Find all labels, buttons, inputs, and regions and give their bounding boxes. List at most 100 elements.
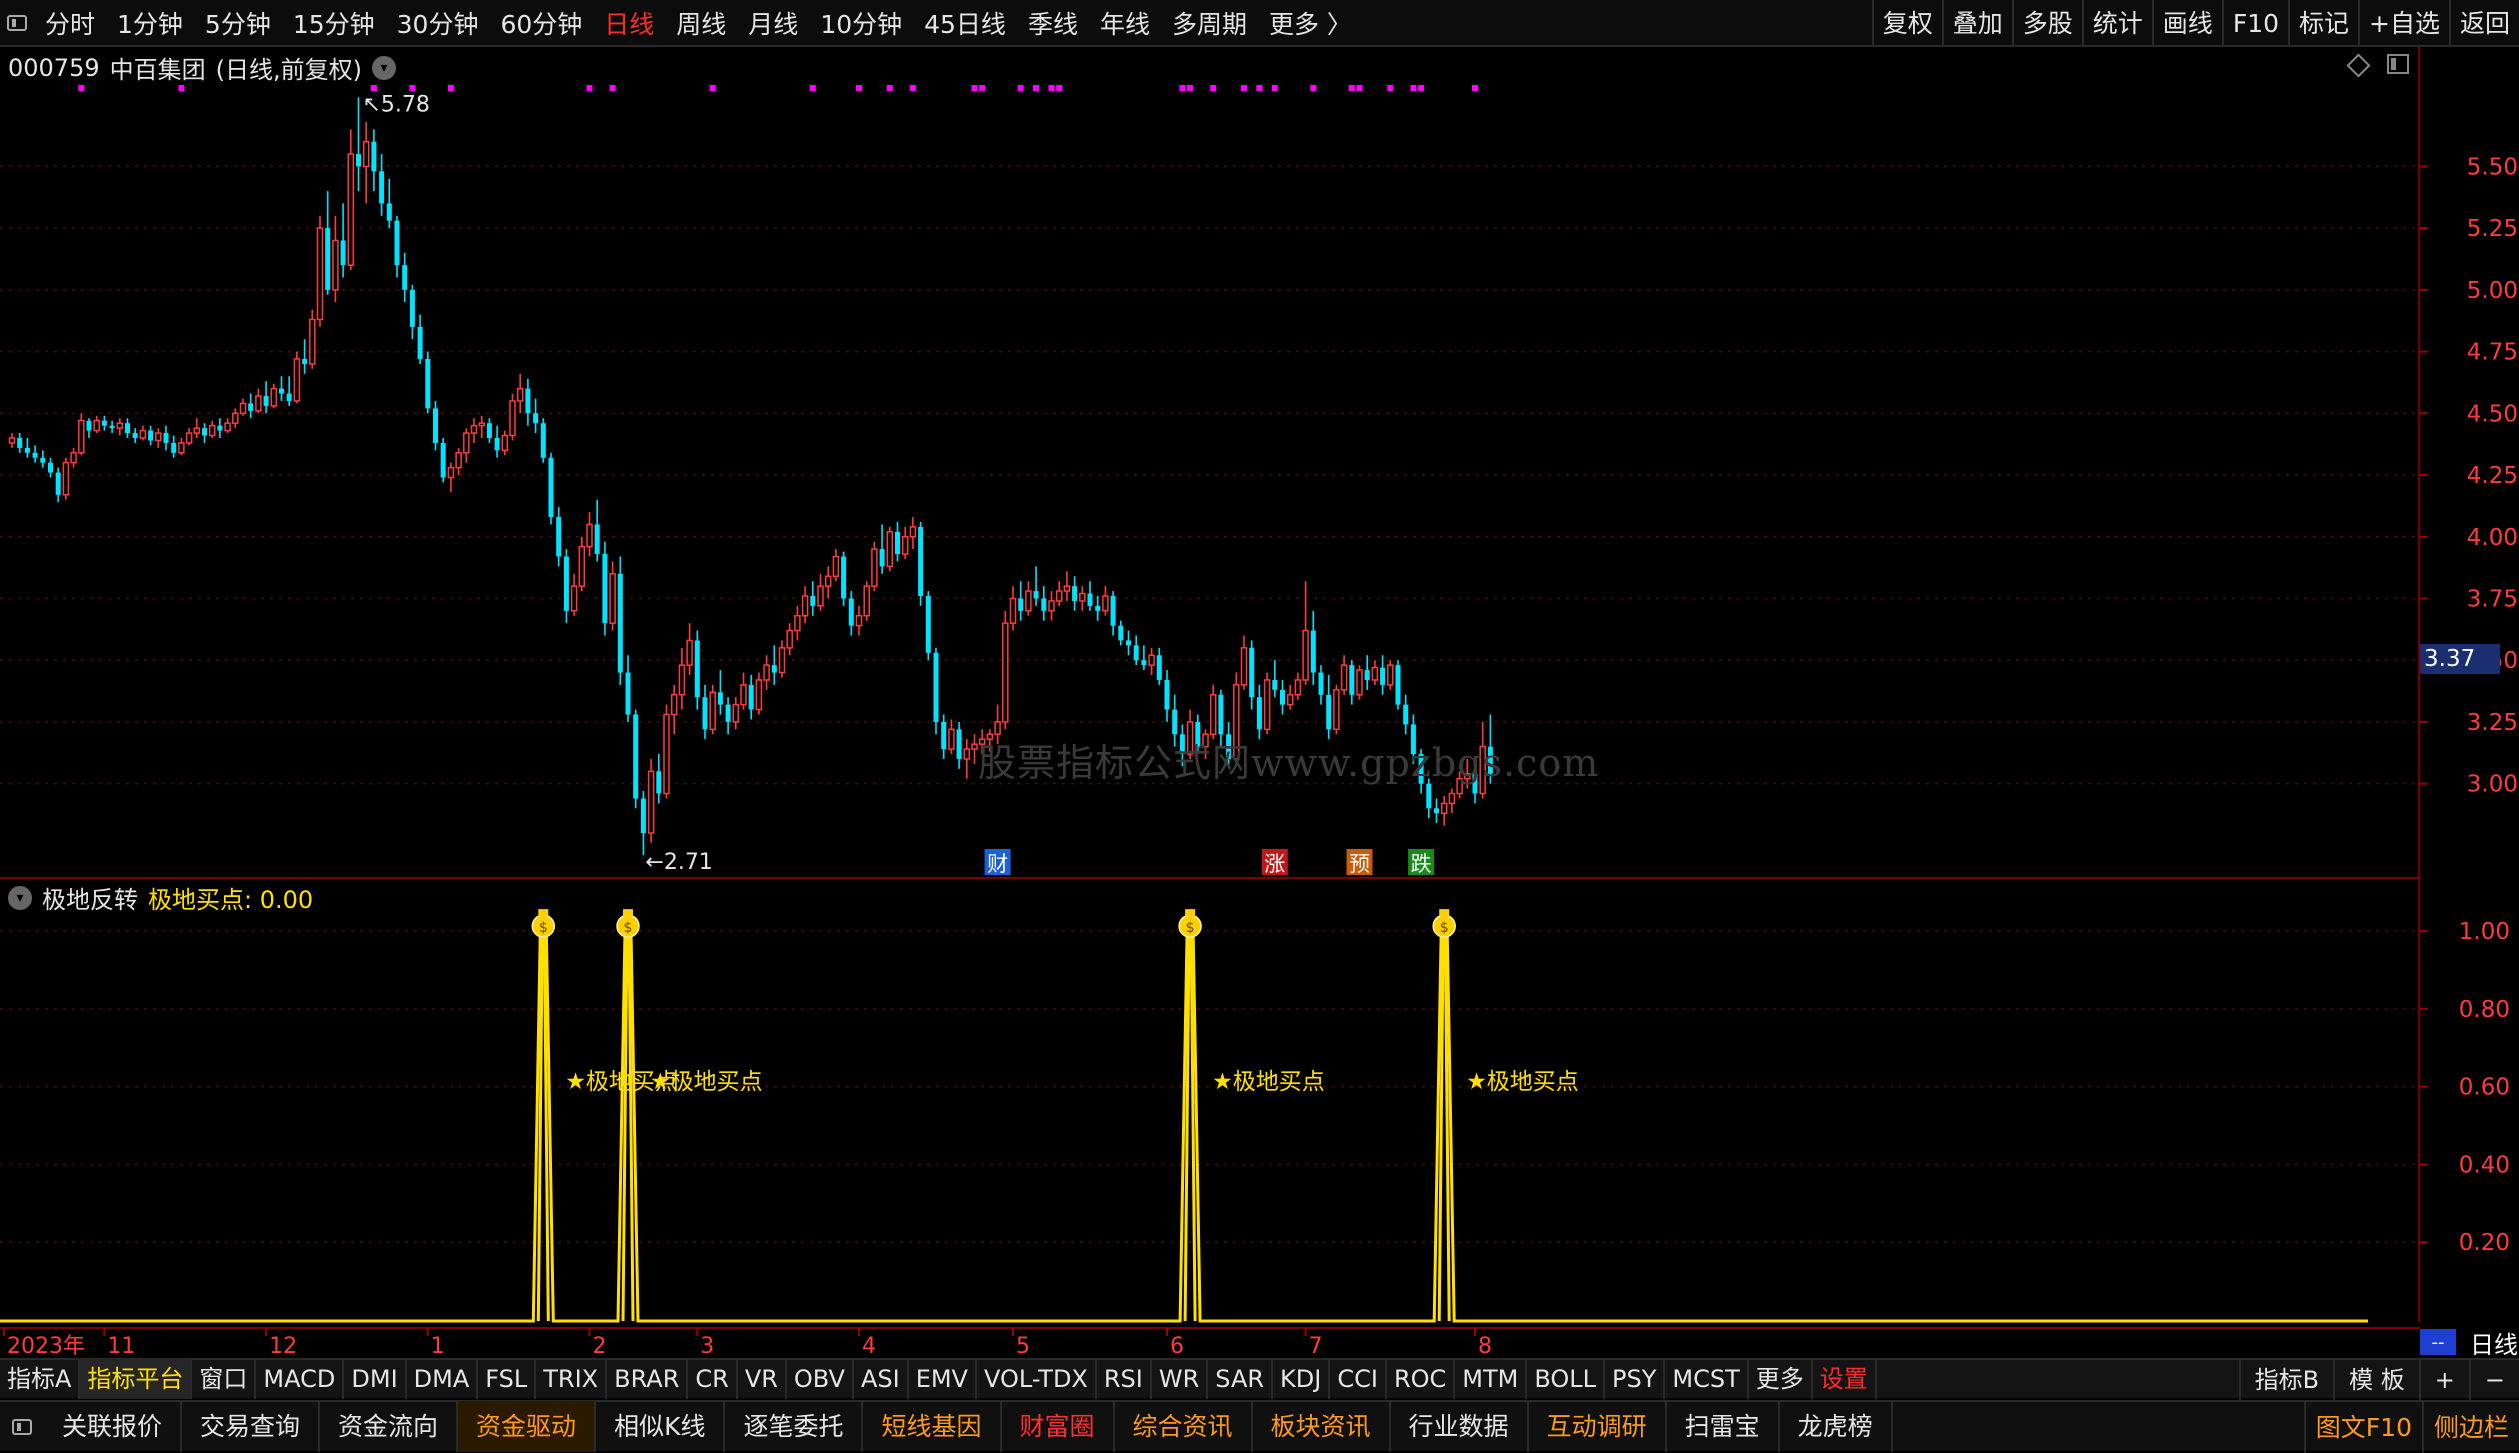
- signal-marker: [1387, 85, 1394, 91]
- candle: [1286, 684, 1294, 710]
- indicator-tab[interactable]: 指标A: [0, 1359, 81, 1399]
- function-tab[interactable]: 资金驱动: [458, 1401, 597, 1452]
- candle: [1395, 660, 1401, 710]
- indicator-tab[interactable]: DMA: [407, 1359, 479, 1399]
- chevron-down-icon[interactable]: ▾: [371, 55, 396, 80]
- function-tab[interactable]: 财富圈: [1002, 1401, 1115, 1452]
- indicator-tab[interactable]: KDJ: [1273, 1359, 1331, 1399]
- indicator-tab[interactable]: TRIX: [536, 1359, 608, 1399]
- signal-marker: [1187, 85, 1194, 91]
- candle: [956, 721, 962, 769]
- indicator-tab[interactable]: 设置: [1813, 1359, 1877, 1399]
- event-badge[interactable]: 财: [984, 849, 1011, 876]
- candle: [971, 734, 978, 764]
- candle: [1418, 749, 1424, 794]
- candle: [740, 672, 747, 710]
- indicator-name: 极地反转: [42, 886, 138, 914]
- indicator-tab[interactable]: VR: [738, 1359, 787, 1399]
- indicator-tab[interactable]: DMI: [344, 1359, 407, 1399]
- indicator-tab[interactable]: MACD: [256, 1359, 345, 1399]
- candle: [594, 499, 600, 562]
- stock-header: 000759 中百集团 (日线,前复权) ▾: [8, 50, 396, 85]
- candle: [801, 586, 809, 624]
- candle: [501, 430, 509, 456]
- candle: [656, 754, 662, 804]
- candle: [1310, 610, 1316, 685]
- candle: [824, 566, 832, 599]
- indicator-bar-button[interactable]: +: [2418, 1360, 2469, 1400]
- price-grid: [0, 165, 2420, 785]
- chevron-down-icon[interactable]: ▾: [8, 885, 32, 910]
- indicator-tab[interactable]: 窗口: [192, 1359, 257, 1399]
- indicator-tab[interactable]: BRAR: [607, 1359, 689, 1399]
- function-tab[interactable]: 关联报价: [44, 1401, 183, 1452]
- candle: [470, 418, 478, 443]
- candle: [633, 709, 639, 809]
- indicator-tab[interactable]: OBV: [787, 1359, 854, 1399]
- function-tab[interactable]: 综合资讯: [1115, 1401, 1253, 1452]
- event-badge[interactable]: 跌: [1408, 849, 1435, 876]
- signal-marker: [1256, 85, 1263, 91]
- signal-label: ★极地买点: [1212, 1069, 1325, 1095]
- indicator-tab[interactable]: VOL-TDX: [977, 1359, 1097, 1399]
- candle: [125, 418, 130, 438]
- indicator-tab[interactable]: MCST: [1665, 1359, 1749, 1399]
- candle: [163, 425, 169, 451]
- candle: [1072, 576, 1078, 611]
- indicator-tab[interactable]: EMV: [909, 1359, 977, 1399]
- candle: [1356, 665, 1363, 700]
- candle: [309, 309, 316, 369]
- indicator-tab[interactable]: 更多: [1749, 1359, 1813, 1399]
- period-dropdown[interactable]: --: [2420, 1329, 2456, 1355]
- candle: [755, 672, 763, 715]
- function-tab[interactable]: 互动调研: [1529, 1401, 1667, 1452]
- function-tab[interactable]: 短线基因: [863, 1401, 1002, 1452]
- candle: [248, 393, 254, 419]
- function-tab[interactable]: 行业数据: [1391, 1401, 1529, 1452]
- candle: [1371, 660, 1379, 685]
- indicator-tab[interactable]: FSL: [478, 1359, 537, 1399]
- indicator-bar-button[interactable]: 模 板: [2333, 1360, 2419, 1400]
- indicator-tab[interactable]: CR: [688, 1359, 738, 1399]
- candle: [871, 541, 878, 592]
- candle: [1294, 672, 1302, 700]
- function-tab[interactable]: 龙虎榜: [1780, 1401, 1893, 1452]
- svg-text:$: $: [624, 920, 633, 936]
- indicator-tab[interactable]: BOLL: [1527, 1359, 1606, 1399]
- indicator-tab[interactable]: ROC: [1387, 1359, 1456, 1399]
- function-tab[interactable]: 板块资讯: [1253, 1401, 1391, 1452]
- indicator-tab[interactable]: WR: [1152, 1359, 1209, 1399]
- svg-text:$: $: [1186, 920, 1195, 936]
- indicator-tab[interactable]: CCI: [1330, 1359, 1387, 1399]
- candle: [994, 704, 1001, 745]
- indicator-bar-button[interactable]: −: [2468, 1360, 2519, 1400]
- indicator-tick-label: 0.20: [2459, 1230, 2510, 1256]
- function-tab[interactable]: 交易查询: [182, 1401, 321, 1452]
- indicator-tab[interactable]: MTM: [1455, 1359, 1528, 1399]
- indicator-bar-button[interactable]: 指标B: [2238, 1360, 2333, 1400]
- window-menu-icon[interactable]: [0, 1418, 44, 1435]
- candle: [139, 425, 147, 441]
- candle: [863, 581, 870, 621]
- event-badge[interactable]: 预: [1346, 849, 1373, 876]
- event-badge[interactable]: 涨: [1261, 849, 1288, 876]
- candle: [1387, 660, 1394, 690]
- indicator-tab[interactable]: SAR: [1208, 1359, 1274, 1399]
- function-tab[interactable]: 相似K线: [596, 1401, 726, 1452]
- signal-marker: [1348, 85, 1355, 91]
- indicator-tab[interactable]: PSY: [1605, 1359, 1666, 1399]
- function-bar-button[interactable]: 图文F10: [2303, 1402, 2422, 1453]
- signal-marker: [1241, 85, 1247, 91]
- panel-divider: [0, 877, 2420, 879]
- indicator-tab[interactable]: RSI: [1097, 1359, 1152, 1399]
- panel-toggle-icon[interactable]: [2387, 54, 2409, 74]
- function-bar-button[interactable]: 侧边栏: [2421, 1402, 2519, 1453]
- function-tab[interactable]: 资金流向: [320, 1401, 459, 1452]
- function-tab[interactable]: 扫雷宝: [1667, 1401, 1780, 1452]
- indicator-tab[interactable]: 指标平台: [80, 1359, 193, 1399]
- candle: [417, 314, 423, 364]
- price-y-axis: 5.505.255.004.754.504.254.003.753.503.25…: [2420, 154, 2518, 798]
- signal-label: ★极地买点: [1466, 1069, 1579, 1095]
- indicator-tab[interactable]: ASI: [854, 1359, 909, 1399]
- function-tab[interactable]: 逐笔委托: [725, 1401, 864, 1452]
